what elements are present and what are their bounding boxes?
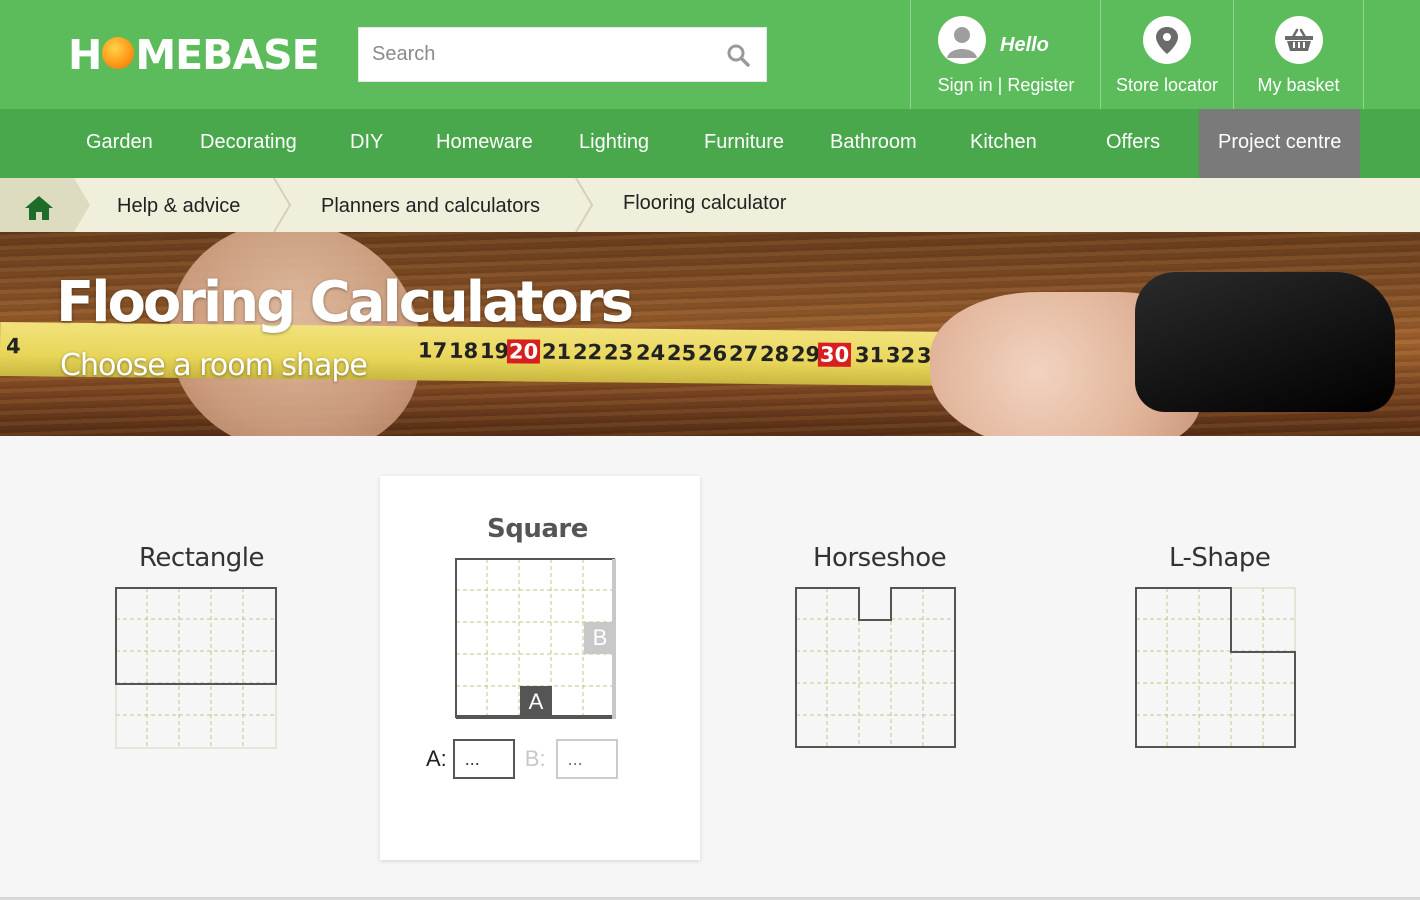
basket-label: My basket [1257,75,1340,95]
tape-number: 23 [603,340,634,365]
tape-number: 29 [790,342,821,367]
account-link[interactable]: Hello Sign in | Register [910,0,1101,109]
nav-item-furniture[interactable]: Furniture [704,109,784,178]
tape-number: 19 [479,339,510,364]
search-input[interactable] [359,28,709,81]
hello-greeting: Hello [1000,34,1049,56]
home-icon [25,196,53,220]
dim-a-label: A: [426,746,447,771]
nav-item-lighting[interactable]: Lighting [579,109,649,178]
breadcrumb-separator-icon [273,178,292,232]
basket-link[interactable]: My basket [1233,0,1364,109]
breadcrumb-separator-icon [575,178,594,232]
nav-item-garden[interactable]: Garden [86,109,153,178]
location-pin-icon [1143,16,1191,64]
page-title: Flooring Calculators [56,270,634,335]
store-locator-label: Store locator [1115,75,1219,95]
tape-measure-body [1135,272,1395,412]
tape-number: 21 [541,339,572,364]
main-nav: Garden Decorating DIY Homeware Lighting … [0,109,1420,178]
logo-sun-icon [102,37,135,69]
tape-number: 22 [572,340,603,365]
shape-label-horseshoe[interactable]: Horseshoe [813,543,947,573]
rectangle-shape-option[interactable] [115,587,277,749]
nav-item-decorating[interactable]: Decorating [200,109,297,178]
tape-number: 27 [728,341,759,366]
sign-in-register-link[interactable]: Sign in | Register [911,75,1101,96]
nav-item-offers[interactable]: Offers [1106,109,1160,178]
tape-number: 18 [448,338,479,364]
tape-number: 30 [817,342,852,367]
tape-number: 26 [697,341,728,366]
user-avatar-icon [938,16,986,64]
logo-text: H MEBASE [68,31,320,79]
nav-item-diy[interactable]: DIY [350,109,383,178]
hero-banner: 4 17 18 19 20 21 22 23 24 25 26 27 28 29… [0,232,1420,436]
shape-label-square[interactable]: Square [487,514,588,544]
dim-b-input [555,739,618,779]
breadcrumb: Help & advice Planners and calculators F… [0,178,1420,232]
homebase-logo[interactable]: H MEBASE [68,30,320,80]
tape-number: 32 [885,343,916,368]
shape-label-l-shape[interactable]: L-Shape [1169,543,1271,573]
page-subtitle: Choose a room shape [60,348,368,383]
site-header: HMEBASE Hello Sign in | Register Store l… [0,0,1420,109]
basket-icon [1275,16,1323,64]
dim-a-input[interactable] [452,739,515,779]
nav-item-bathroom[interactable]: Bathroom [830,109,917,178]
l-shape-option[interactable] [1135,587,1297,749]
tape-number: 28 [759,341,790,367]
breadcrumb-planners-calculators[interactable]: Planners and calculators [321,195,540,218]
tape-number: 24 [635,340,666,365]
store-locator-link[interactable]: Store locator [1100,0,1233,109]
nav-item-project-centre[interactable]: Project centre [1199,109,1361,178]
search-icon[interactable] [726,43,750,67]
dimension-b-marker: B [584,622,616,654]
dimension-a-marker: A [520,686,552,718]
nav-item-kitchen[interactable]: Kitchen [970,109,1037,178]
breadcrumb-home[interactable] [0,178,90,232]
tape-number: 17 [417,338,448,363]
tape-number: 31 [854,342,885,368]
search-box [358,27,767,82]
breadcrumb-current: Flooring calculator [623,192,787,214]
tape-number: 20 [506,339,541,364]
shape-label-rectangle[interactable]: Rectangle [139,543,265,573]
nav-item-homeware[interactable]: Homeware [436,109,533,178]
square-dimensions-form: A: B: [426,738,618,780]
horseshoe-shape-option[interactable] [795,587,957,749]
breadcrumb-help-advice[interactable]: Help & advice [117,195,240,218]
tape-number: 25 [666,340,697,366]
tape-number: 4 [5,334,21,359]
dim-b-label: B: [524,746,546,771]
